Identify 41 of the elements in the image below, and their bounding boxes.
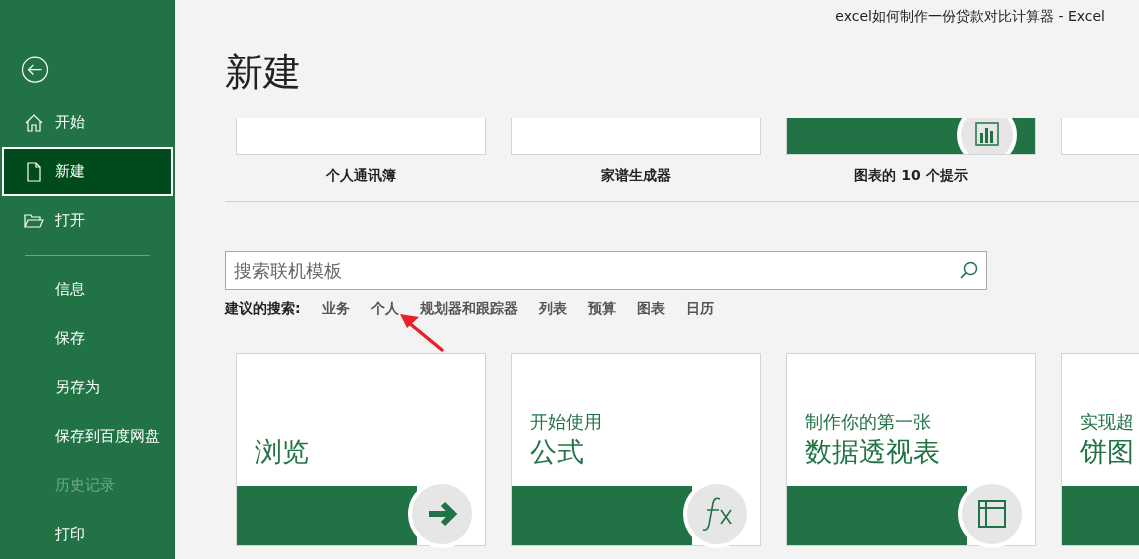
template-card[interactable]: 实现超 饼图: [1061, 353, 1139, 546]
suggestion-link[interactable]: 图表: [636, 298, 665, 318]
card-title: 数据透视表: [805, 435, 940, 469]
template-card[interactable]: 浏览: [236, 353, 486, 546]
document-icon: [24, 161, 44, 182]
card-title: 浏览: [255, 435, 309, 469]
nav-item[interactable]: 新建: [2, 147, 173, 197]
suggestion-link[interactable]: 业务: [321, 298, 350, 318]
suggested-label: 建议的搜索:: [225, 299, 301, 318]
card-subtitle: 开始使用: [530, 410, 602, 434]
card-title: 饼图: [1080, 435, 1134, 469]
card-subtitle: 实现超: [1080, 410, 1134, 434]
template-thumbnail[interactable]: [511, 118, 761, 155]
suggestion-link[interactable]: 列表: [538, 298, 567, 318]
nav-item[interactable]: 开始: [2, 98, 173, 148]
nav-item[interactable]: 打开: [2, 196, 173, 246]
template-thumbnail[interactable]: [236, 118, 486, 155]
home-icon: [24, 112, 44, 133]
template-card[interactable]: 制作你的第一张 数据透视表: [786, 353, 1036, 546]
card-subtitle: 制作你的第一张: [805, 410, 932, 434]
suggestion-link[interactable]: 日历: [685, 298, 714, 318]
template-name: 个人通讯簿: [326, 166, 396, 185]
nav-item[interactable]: 保存: [2, 314, 173, 364]
suggestion-link[interactable]: 规划器和跟踪器: [419, 298, 518, 318]
nav-item[interactable]: 打印: [2, 510, 173, 559]
template-thumbnail[interactable]: [786, 118, 1036, 155]
template-name: 图表的 10 个提示: [854, 166, 968, 185]
suggestion-link[interactable]: 个人: [370, 298, 399, 318]
suggestion-link[interactable]: 预算: [587, 298, 616, 318]
template-card[interactable]: 开始使用 公式: [511, 353, 761, 546]
nav-item[interactable]: 保存到百度网盘: [2, 412, 173, 462]
window-title: excel如何制作一份贷款对比计算器 - Excel: [835, 8, 1105, 26]
nav-item[interactable]: 另存为: [2, 363, 173, 413]
card-title: 公式: [530, 435, 585, 469]
nav-item[interactable]: 信息: [2, 265, 173, 315]
bar-chart-icon: [957, 118, 1017, 154]
template-name: 家谱生成器: [601, 166, 671, 185]
back-icon[interactable]: [21, 56, 49, 84]
search-field[interactable]: 搜索联机模板: [225, 251, 987, 290]
search-icon[interactable]: [959, 260, 979, 280]
page-heading: 新建: [225, 49, 302, 96]
